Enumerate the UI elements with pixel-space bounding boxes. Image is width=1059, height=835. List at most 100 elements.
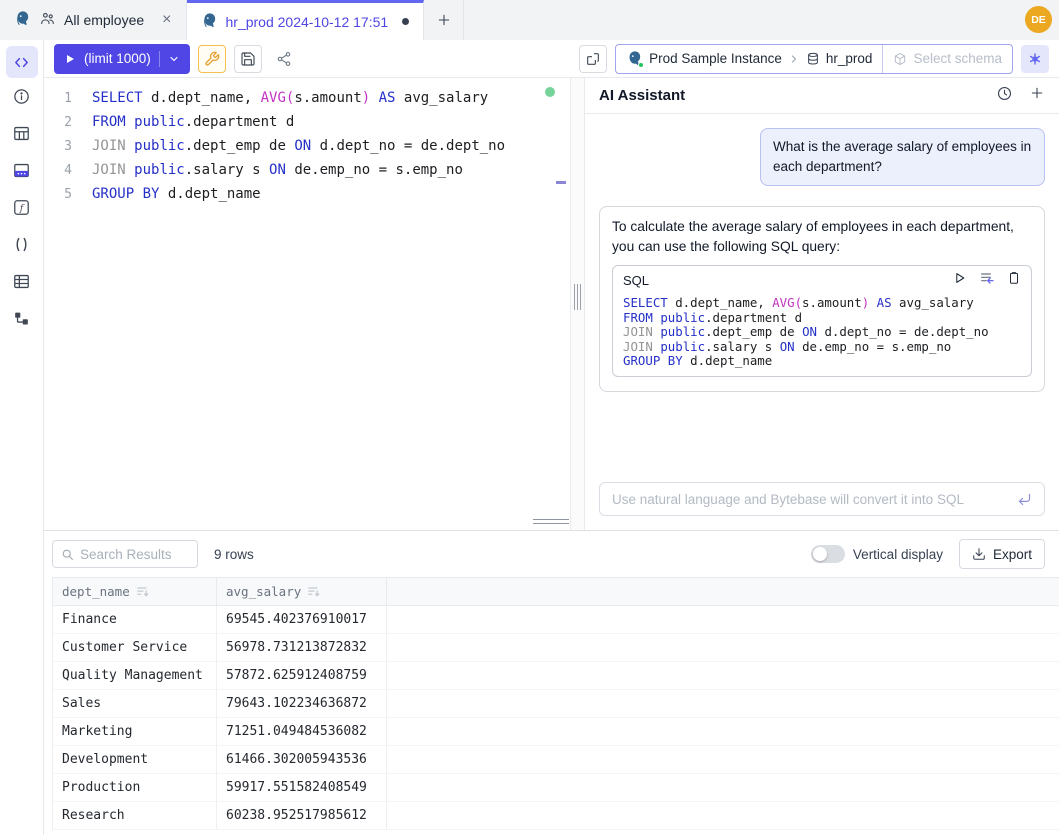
sort-icon[interactable]: [136, 585, 149, 598]
toggle-knob: [813, 547, 827, 561]
sort-icon[interactable]: [307, 585, 320, 598]
table-row[interactable]: Quality Management57872.625912408759: [52, 662, 1059, 690]
code-line: 2FROM public.department d: [44, 110, 570, 134]
schema-selector[interactable]: Select schema: [882, 45, 1012, 73]
sql-editor-button[interactable]: [6, 46, 38, 78]
share-icon: [276, 51, 292, 67]
enter-return-icon[interactable]: [1017, 492, 1032, 507]
save-button[interactable]: [234, 45, 262, 73]
ai-input-box[interactable]: [599, 482, 1045, 516]
table-row[interactable]: Finance69545.402376910017: [52, 606, 1059, 634]
tab-hr-prod[interactable]: hr_prod 2024-10-12 17:51: [187, 0, 425, 40]
code-line: JOIN public.dept_emp de ON d.dept_no = d…: [623, 324, 1021, 339]
table-cell[interactable]: 57872.625912408759: [217, 662, 387, 689]
results-search-box[interactable]: [52, 540, 198, 568]
svg-text:f: f: [19, 204, 25, 214]
database-name: hr_prod: [826, 51, 873, 66]
info-icon[interactable]: [12, 87, 31, 106]
ai-response-text: To calculate the average salary of emplo…: [612, 217, 1032, 257]
table-row[interactable]: Marketing71251.049484536082: [52, 718, 1059, 746]
row-count: 9 rows: [214, 547, 254, 562]
table-cell[interactable]: 60238.952517985612: [217, 802, 387, 829]
table-row[interactable]: Customer Service56978.731213872832: [52, 634, 1059, 662]
history-clock-icon[interactable]: [996, 85, 1013, 107]
results-toolbar: 9 rows Vertical display Export: [44, 531, 1059, 577]
table-cell[interactable]: 56978.731213872832: [217, 634, 387, 661]
table-cell[interactable]: Production: [52, 774, 217, 801]
table-rows-icon[interactable]: [12, 272, 31, 291]
horizontal-grip-icon[interactable]: [533, 519, 569, 520]
table-grid-icon[interactable]: [12, 124, 31, 143]
new-tab-button[interactable]: [424, 0, 464, 40]
table-cell[interactable]: Quality Management: [52, 662, 217, 689]
code-line: 1SELECT d.dept_name, AVG(s.amount) AS av…: [44, 86, 570, 110]
export-button[interactable]: Export: [959, 539, 1045, 569]
overview-ruler-mark: [556, 181, 566, 184]
table-cell[interactable]: 71251.049484536082: [217, 718, 387, 745]
instance-database-selector[interactable]: Prod Sample Instance hr_prod: [616, 45, 882, 73]
copy-icon[interactable]: [1007, 271, 1021, 290]
postgres-icon: [201, 12, 218, 32]
database-icon: [806, 52, 820, 66]
tab-label: All employee: [64, 12, 144, 28]
ai-assistant-header: AI Assistant: [585, 78, 1059, 114]
group-icon: [39, 10, 56, 30]
table-row[interactable]: Production59917.551582408549: [52, 774, 1059, 802]
panel-resize-divider[interactable]: [570, 78, 585, 530]
code-line: FROM public.department d: [623, 310, 1021, 325]
line-number: 4: [44, 163, 72, 178]
admin-wrench-button[interactable]: [198, 45, 226, 73]
search-input[interactable]: [80, 547, 189, 562]
code-line: 4JOIN public.salary s ON de.emp_no = s.e…: [44, 158, 570, 182]
table-cell[interactable]: 59917.551582408549: [217, 774, 387, 801]
table-header-row: dept_name avg_salary: [52, 577, 1059, 606]
table-row[interactable]: Sales79643.102234636872: [52, 690, 1059, 718]
table-cell[interactable]: Marketing: [52, 718, 217, 745]
table-cell[interactable]: Customer Service: [52, 634, 217, 661]
clone-sheet-button[interactable]: [579, 45, 607, 73]
divider: [159, 51, 160, 67]
table-cell[interactable]: 61466.302005943536: [217, 746, 387, 773]
parentheses-icon[interactable]: [12, 235, 31, 254]
run-label: (limit 1000): [84, 51, 151, 66]
sql-editor[interactable]: 1SELECT d.dept_name, AVG(s.amount) AS av…: [44, 78, 570, 530]
vertical-grip-icon[interactable]: [574, 284, 575, 310]
close-tab-icon[interactable]: ×: [162, 12, 171, 28]
avatar[interactable]: DE: [1025, 6, 1052, 33]
table-row[interactable]: Development61466.302005943536: [52, 746, 1059, 774]
duplicate-icon: [585, 51, 601, 67]
ai-assistant-panel: AI Assistant What is the averag: [585, 78, 1059, 530]
run-query-button[interactable]: (limit 1000): [54, 44, 190, 74]
table-cell[interactable]: 69545.402376910017: [217, 606, 387, 633]
ai-assistant-button[interactable]: [1021, 45, 1049, 73]
editor-toolbar: (limit 1000): [44, 40, 1059, 78]
line-number: 1: [44, 91, 72, 106]
schema-placeholder: Select schema: [913, 51, 1002, 66]
postgres-icon: [626, 50, 643, 67]
table-cell[interactable]: Finance: [52, 606, 217, 633]
table-cell[interactable]: Sales: [52, 690, 217, 717]
ai-input[interactable]: [612, 492, 1009, 507]
tab-bar: All employee × hr_prod 2024-10-12 17:51 …: [0, 0, 1059, 40]
left-sidebar: f: [0, 40, 44, 835]
table-cell[interactable]: 79643.102234636872: [217, 690, 387, 717]
line-number: 3: [44, 139, 72, 154]
tab-all-employee[interactable]: All employee ×: [0, 0, 187, 40]
table-cell[interactable]: Development: [52, 746, 217, 773]
table-row[interactable]: Research60238.952517985612: [52, 802, 1059, 830]
schema-diagram-icon[interactable]: [12, 309, 31, 328]
function-icon[interactable]: f: [12, 198, 31, 217]
insert-sql-icon[interactable]: [979, 270, 995, 291]
ai-chat-area: What is the average salary of employees …: [585, 114, 1059, 482]
column-header-dept-name[interactable]: dept_name: [52, 578, 217, 605]
play-icon: [64, 53, 76, 65]
vertical-display-toggle[interactable]: [811, 545, 845, 563]
run-sql-icon[interactable]: [953, 271, 967, 290]
column-header-avg-salary[interactable]: avg_salary: [217, 578, 387, 605]
sheet-icon[interactable]: [12, 161, 31, 180]
new-chat-plus-icon[interactable]: [1029, 85, 1045, 106]
table-cell[interactable]: Research: [52, 802, 217, 829]
results-panel: 9 rows Vertical display Export dept_name: [44, 530, 1059, 835]
share-button[interactable]: [270, 45, 298, 73]
user-message-bubble: What is the average salary of employees …: [760, 128, 1045, 186]
